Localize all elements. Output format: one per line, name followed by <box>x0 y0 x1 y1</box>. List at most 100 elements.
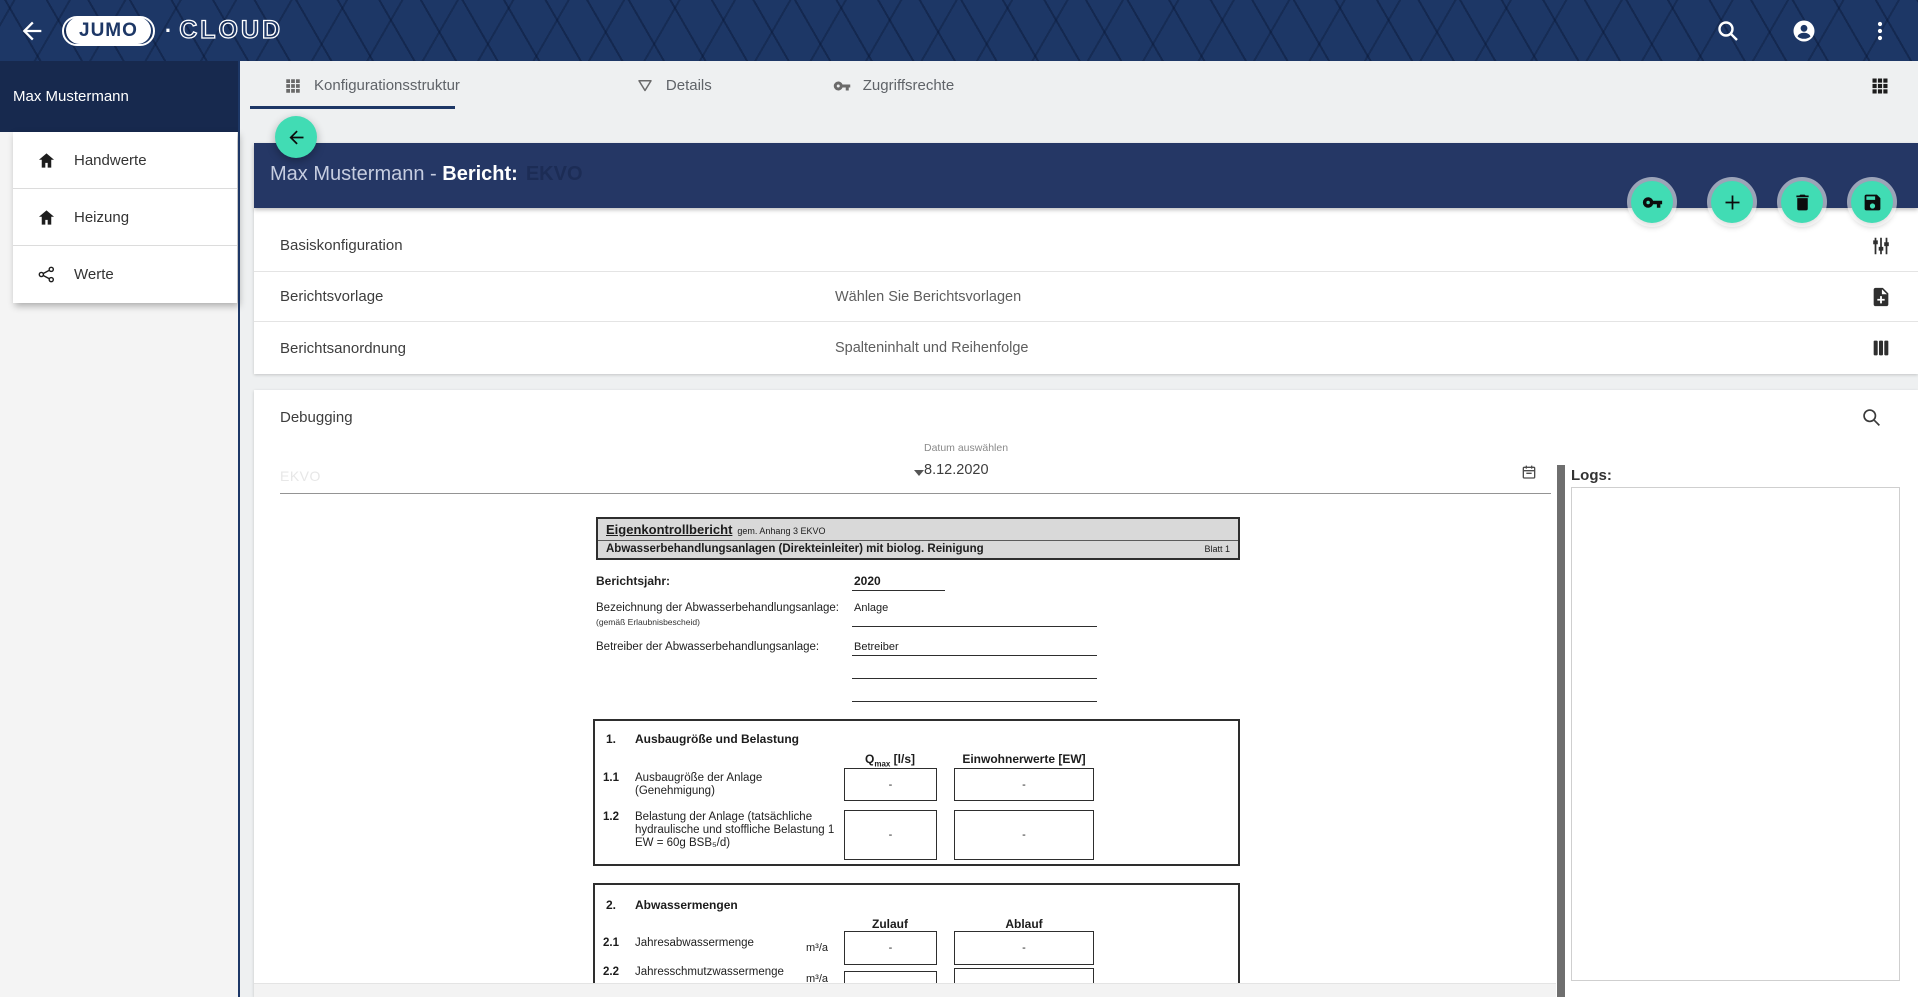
page-title-prefix: Max Mustermann - <box>270 163 442 185</box>
sidebar-item-heizung[interactable]: Heizung <box>13 189 237 246</box>
row-label: Belastung der Anlage (tatsächliche hydra… <box>635 811 835 850</box>
sidebar-menu: Handwerte Heizung Werte <box>13 132 237 303</box>
operator-blank-line <box>852 656 1097 679</box>
value-box: - <box>954 810 1094 860</box>
funnel-icon <box>636 77 654 95</box>
active-tab-underline <box>250 106 455 109</box>
col-header-zulauf: Zulauf <box>872 917 908 931</box>
report-sheet-number: Blatt 1 <box>1204 544 1230 554</box>
calendar-icon[interactable] <box>1521 464 1537 480</box>
row-berichtsanordnung[interactable]: Berichtsanordnung Spalteninhalt und Reih… <box>254 322 1918 374</box>
back-arrow-icon[interactable] <box>18 17 46 45</box>
plant-name-value: Anlage <box>852 602 1097 627</box>
tune-icon[interactable] <box>1870 235 1892 257</box>
back-button[interactable] <box>275 116 317 158</box>
search-icon[interactable] <box>1861 407 1882 428</box>
sidebar-item-label: Werte <box>74 266 114 283</box>
row-unit: m³/a <box>806 942 828 954</box>
plus-icon <box>1722 192 1743 213</box>
more-vert-icon[interactable] <box>1868 19 1892 43</box>
tab-label: Konfigurationsstruktur <box>314 77 460 94</box>
delete-button[interactable] <box>1781 181 1823 223</box>
section-number: 2. <box>606 898 616 912</box>
permissions-button[interactable] <box>1631 181 1673 223</box>
logs-label: Logs: <box>1571 467 1612 484</box>
date-field-label: Datum auswählen <box>924 442 1008 454</box>
columns-icon[interactable] <box>1870 337 1892 359</box>
add-button[interactable] <box>1711 181 1753 223</box>
report-operator-row: Betreiber der Abwasserbehandlungsanlage:… <box>596 641 1240 656</box>
row-value: Spalteninhalt und Reihenfolge <box>835 340 1870 356</box>
appbar-actions <box>1716 19 1892 43</box>
report-year-row: Berichtsjahr: 2020 <box>596 574 1240 591</box>
row-label: Berichtsanordnung <box>280 340 835 357</box>
row-label: Ausbaugröße der Anlage (Genehmigung) <box>635 772 820 798</box>
sidebar-user-header: Max Mustermann <box>0 61 239 132</box>
cloud-logo-text: CLOUD <box>179 16 283 45</box>
operator-label: Betreiber der Abwasserbehandlungsanlage: <box>596 641 852 656</box>
row-number: 1.2 <box>603 811 619 823</box>
operator-value: Betreiber <box>852 641 1097 656</box>
section-title: Abwassermengen <box>635 898 738 912</box>
trash-icon <box>1792 192 1813 213</box>
app-window: JUMO · CLOUD Konfigurationsstruktur <box>0 0 1918 997</box>
grid-icon <box>284 77 302 95</box>
report-section-2: 2. Abwassermengen Zulauf Ablauf 2.1 Jahr… <box>593 883 1240 996</box>
row-value: Wählen Sie Berichtsvorlagen <box>835 289 1870 305</box>
date-field-value: 8.12.2020 <box>924 462 989 478</box>
apps-grid-icon[interactable] <box>1870 76 1890 96</box>
row-label: Berichtsvorlage <box>280 288 835 305</box>
report-subtitle: Abwasserbehandlungsanlagen (Direkteinlei… <box>606 543 1204 555</box>
tab-konfigurationsstruktur[interactable]: Konfigurationsstruktur <box>276 61 468 110</box>
value-box: - <box>954 768 1094 801</box>
col-header-ablauf: Ablauf <box>1005 917 1042 931</box>
debugging-title: Debugging <box>280 409 353 426</box>
tab-label: Details <box>666 77 712 94</box>
account-icon[interactable] <box>1792 19 1816 43</box>
report-title-suffix: gem. Anhang 3 EKVO <box>737 526 825 536</box>
save-button[interactable] <box>1851 181 1893 223</box>
section-title: Ausbaugröße und Belastung <box>635 732 799 746</box>
row-berichtsvorlage[interactable]: Berichtsvorlage Wählen Sie Berichtsvorla… <box>254 272 1918 322</box>
row-number: 2.2 <box>603 966 619 978</box>
report-header-box: Eigenkontrollbericht gem. Anhang 3 EKVO A… <box>596 517 1240 560</box>
note-add-icon[interactable] <box>1870 286 1892 308</box>
sidebar-user-name: Max Mustermann <box>13 88 129 105</box>
row-label: Jahresschmutzwassermenge <box>635 966 835 979</box>
logs-output-box[interactable] <box>1571 487 1900 981</box>
back-arrow-icon <box>286 127 307 148</box>
tab-zugriffsrechte[interactable]: Zugriffsrechte <box>825 61 962 110</box>
row-number: 1.1 <box>603 772 619 784</box>
report-type-select[interactable]: EKVO <box>280 460 930 494</box>
tab-bar: Konfigurationsstruktur Details Zugriffsr… <box>239 61 1918 110</box>
value-box: - <box>844 810 937 860</box>
key-icon <box>1642 192 1663 213</box>
tab-label: Zugriffsrechte <box>863 77 954 94</box>
jumo-cloud-logo[interactable]: JUMO · CLOUD <box>62 16 283 46</box>
configuration-card: Basiskonfiguration Berichtsvorlage Wähle… <box>254 208 1918 374</box>
home-icon <box>37 151 56 170</box>
page-title: Max Mustermann - Bericht:EKVO <box>270 163 583 186</box>
key-icon <box>833 77 851 95</box>
sidebar-item-handwerte[interactable]: Handwerte <box>13 132 237 189</box>
horizontal-scrollbar-track[interactable] <box>254 983 1556 997</box>
preview-scrollbar[interactable] <box>1557 465 1565 997</box>
app-bar: JUMO · CLOUD <box>0 0 1918 61</box>
search-icon[interactable] <box>1716 19 1740 43</box>
select-placeholder: EKVO <box>280 468 321 484</box>
report-header-row2: Abwasserbehandlungsanlagen (Direkteinlei… <box>598 541 1238 558</box>
logo-separator-dot: · <box>165 18 172 44</box>
value-box: - <box>844 768 937 801</box>
year-label: Berichtsjahr: <box>596 574 852 591</box>
row-basiskonfiguration[interactable]: Basiskonfiguration <box>254 208 1918 272</box>
sidebar-item-werte[interactable]: Werte <box>13 246 237 303</box>
operator-blank-line <box>852 679 1097 702</box>
tab-details[interactable]: Details <box>628 61 720 110</box>
page-title-ghost: EKVO <box>526 163 583 185</box>
plant-name-label: Bezeichnung der Abwasserbehandlungsanlag… <box>596 602 852 627</box>
report-header-row1: Eigenkontrollbericht gem. Anhang 3 EKVO <box>598 519 1238 541</box>
date-picker-field[interactable]: Datum auswählen 8.12.2020 <box>920 446 1551 494</box>
year-value: 2020 <box>852 574 945 591</box>
row-label: Jahresabwassermenge <box>635 937 825 950</box>
report-title: Eigenkontrollbericht <box>606 522 732 537</box>
